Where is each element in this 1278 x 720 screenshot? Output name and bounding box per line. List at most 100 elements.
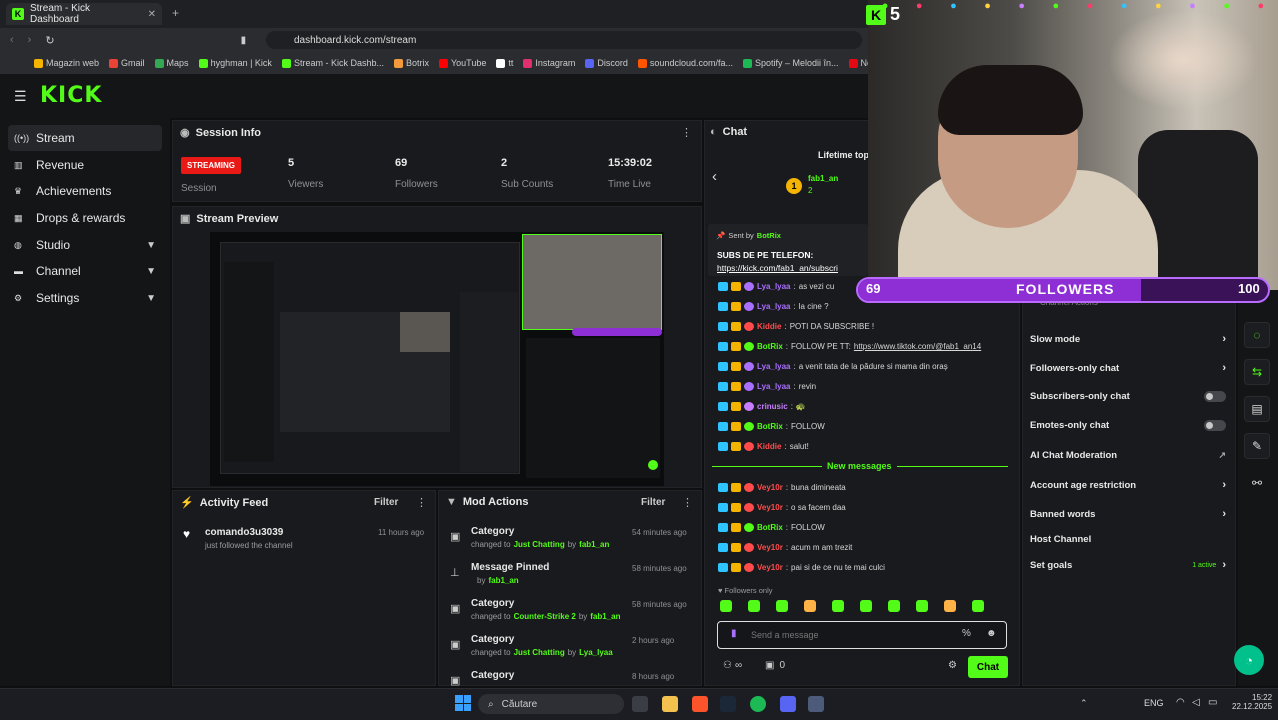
chat-username[interactable]: Vey10r bbox=[757, 503, 783, 512]
emote-icon[interactable] bbox=[860, 600, 872, 612]
chat-username[interactable]: Lya_lyaa bbox=[757, 362, 791, 371]
setting-control[interactable]: › bbox=[1222, 508, 1226, 520]
network-icon[interactable]: ◠ bbox=[1176, 697, 1185, 708]
toggle-switch[interactable] bbox=[1204, 391, 1226, 402]
volume-icon[interactable]: ◁ bbox=[1192, 697, 1200, 708]
chat-message[interactable]: Lya_lyaa: revin bbox=[718, 382, 816, 391]
setting-ai-chat-moderation[interactable]: AI Chat Moderation ↗ bbox=[1030, 450, 1226, 461]
bookmark-item[interactable]: Maps bbox=[154, 58, 189, 68]
chat-settings-icon[interactable]: ⚙ bbox=[948, 660, 957, 671]
sidebar-item-settings[interactable]: ⚙ Settings ▼ bbox=[8, 285, 162, 311]
top-user-name[interactable]: fab1_an bbox=[808, 174, 838, 183]
chat-message[interactable]: BotRix: FOLLOW PE TT: https://www.tiktok.c… bbox=[718, 342, 981, 351]
mod-action-user[interactable]: fab1_an bbox=[590, 612, 620, 621]
brave-browser-icon[interactable] bbox=[692, 696, 708, 712]
viewers-count[interactable]: ▣ 0 bbox=[765, 660, 785, 671]
chat-username[interactable]: Vey10r bbox=[757, 543, 783, 552]
chat-username[interactable]: Lya_lyaa bbox=[757, 282, 791, 291]
setting-emotes-only-chat[interactable]: Emotes-only chat bbox=[1030, 420, 1226, 431]
emote-picker-icon[interactable]: % bbox=[962, 628, 971, 639]
chat-username[interactable]: Lya_lyaa bbox=[757, 382, 791, 391]
emote-icon[interactable] bbox=[832, 600, 844, 612]
setting-control[interactable]: ↗ bbox=[1218, 450, 1226, 461]
setting-subscribers-only-chat[interactable]: Subscribers-only chat bbox=[1030, 391, 1226, 402]
taskbar-lang[interactable]: ENG bbox=[1144, 698, 1164, 708]
toggle-switch[interactable] bbox=[1204, 420, 1226, 431]
task-view-icon[interactable] bbox=[632, 696, 648, 712]
chat-username[interactable]: BotRix bbox=[757, 523, 783, 532]
chat-message[interactable]: Vey10r: buna dimineata bbox=[718, 483, 846, 492]
bookmark-item[interactable]: Magazin web bbox=[34, 58, 99, 68]
send-chat-button[interactable]: Chat bbox=[968, 656, 1008, 678]
bookmark-item[interactable]: NetF bbox=[848, 58, 868, 68]
bookmark-item[interactable]: Gmail bbox=[109, 58, 145, 68]
bookmark-item[interactable]: Botrix bbox=[393, 58, 429, 68]
file-explorer-icon[interactable] bbox=[662, 696, 678, 712]
mod-action-target[interactable]: Just Chatting bbox=[514, 648, 565, 657]
setting-control[interactable]: 1 active › bbox=[1192, 559, 1226, 571]
kick-logo[interactable]: KICK bbox=[40, 83, 102, 108]
setting-followers-only-chat[interactable]: Followers-only chat › bbox=[1030, 362, 1226, 374]
users-count[interactable]: ⚇ ∞ bbox=[723, 660, 742, 671]
emote-icon[interactable] bbox=[720, 600, 732, 612]
address-bar[interactable]: dashboard.kick.com/stream bbox=[266, 31, 862, 49]
emote-icon[interactable] bbox=[804, 600, 816, 612]
new-tab-icon[interactable]: + bbox=[172, 6, 179, 20]
reload-icon[interactable]: ↻ bbox=[45, 34, 54, 47]
setting-control[interactable]: › bbox=[1222, 479, 1226, 491]
pinned-link[interactable]: https://kick.com/fab1_an/subscri bbox=[717, 263, 867, 273]
setting-control[interactable]: › bbox=[1222, 333, 1226, 345]
emote-icon[interactable] bbox=[916, 600, 928, 612]
chat-message[interactable]: Lya_lyaa: as vezi cu bbox=[718, 282, 834, 291]
setting-control[interactable] bbox=[1204, 391, 1226, 402]
clips-icon[interactable]: ▤ bbox=[1244, 396, 1270, 422]
support-chat-icon[interactable]: ◔ bbox=[1234, 645, 1264, 675]
emote-icon[interactable] bbox=[944, 600, 956, 612]
chat-message[interactable]: Kiddie: salut! bbox=[718, 442, 809, 451]
taskbar-search[interactable]: ⌕ Căutare bbox=[478, 694, 624, 714]
chat-username[interactable]: Kiddie bbox=[757, 442, 781, 451]
setting-control[interactable] bbox=[1204, 420, 1226, 431]
chat-message[interactable]: BotRix: FOLLOW bbox=[718, 422, 825, 431]
chat-username[interactable]: Kiddie bbox=[757, 322, 781, 331]
stream-preview-video[interactable] bbox=[210, 232, 664, 486]
setting-host-channel[interactable]: Host Channel bbox=[1030, 534, 1226, 545]
chat-username[interactable]: Vey10r bbox=[757, 483, 783, 492]
mod-filter-button[interactable]: Filter bbox=[641, 497, 665, 508]
chat-username[interactable]: BotRix bbox=[757, 342, 783, 351]
tray-chevron-icon[interactable]: ⌃ bbox=[1080, 698, 1088, 709]
sidebar-item-revenue[interactable]: ▥ Revenue bbox=[8, 152, 162, 178]
chat-username[interactable]: Lya_lyaa bbox=[757, 302, 791, 311]
chat-message[interactable]: Vey10r: o sa facem daa bbox=[718, 503, 846, 512]
sidebar-item-stream[interactable]: ((•)) Stream bbox=[8, 125, 162, 151]
mod-action-target[interactable]: Counter-Strike 2 bbox=[514, 612, 576, 621]
emote-icon[interactable] bbox=[748, 600, 760, 612]
chat-link[interactable]: https://www.tiktok.com/@fab1_an14 bbox=[854, 342, 981, 351]
chat-message[interactable]: Lya_lyaa: la cine ? bbox=[718, 302, 829, 311]
chat-mode-icon[interactable]: ◌ bbox=[1244, 322, 1270, 348]
setting-slow-mode[interactable]: Slow mode › bbox=[1030, 333, 1226, 345]
chat-message[interactable]: Vey10r: acum m am trezit bbox=[718, 543, 852, 552]
discord-icon[interactable] bbox=[780, 696, 796, 712]
steam-icon[interactable] bbox=[720, 696, 736, 712]
raid-icon[interactable]: ⇆ bbox=[1244, 359, 1270, 385]
forward-icon[interactable]: › bbox=[28, 34, 32, 46]
taskbar-clock[interactable]: 15:22 22.12.2025 bbox=[1232, 693, 1272, 711]
back-icon[interactable]: ‹ bbox=[10, 34, 14, 46]
setting-set-goals[interactable]: Set goals 1 active › bbox=[1030, 559, 1226, 571]
setting-banned-words[interactable]: Banned words › bbox=[1030, 508, 1226, 520]
bookmark-icon[interactable]: ▮ bbox=[241, 35, 247, 46]
browser-tab[interactable]: K Stream - Kick Dashboard ✕ bbox=[6, 3, 162, 25]
mod-action-user[interactable]: fab1_an bbox=[579, 540, 609, 549]
emote-icon[interactable] bbox=[888, 600, 900, 612]
emote-icon[interactable] bbox=[776, 600, 788, 612]
bookmark-item[interactable]: tt bbox=[496, 58, 513, 68]
pinned-user[interactable]: BotRix bbox=[757, 231, 781, 240]
sidebar-item-channel[interactable]: ▬ Channel ▼ bbox=[8, 258, 162, 284]
bookmark-item[interactable]: Discord bbox=[585, 58, 628, 68]
bookmark-item[interactable]: Instagram bbox=[523, 58, 575, 68]
sidebar-item-drops[interactable]: ▦ Drops & rewards bbox=[8, 205, 162, 231]
bookmark-item[interactable]: soundcloud.com/fa... bbox=[637, 58, 733, 68]
close-tab-icon[interactable]: ✕ bbox=[148, 9, 156, 20]
chat-message[interactable]: BotRix: FOLLOW bbox=[718, 523, 825, 532]
